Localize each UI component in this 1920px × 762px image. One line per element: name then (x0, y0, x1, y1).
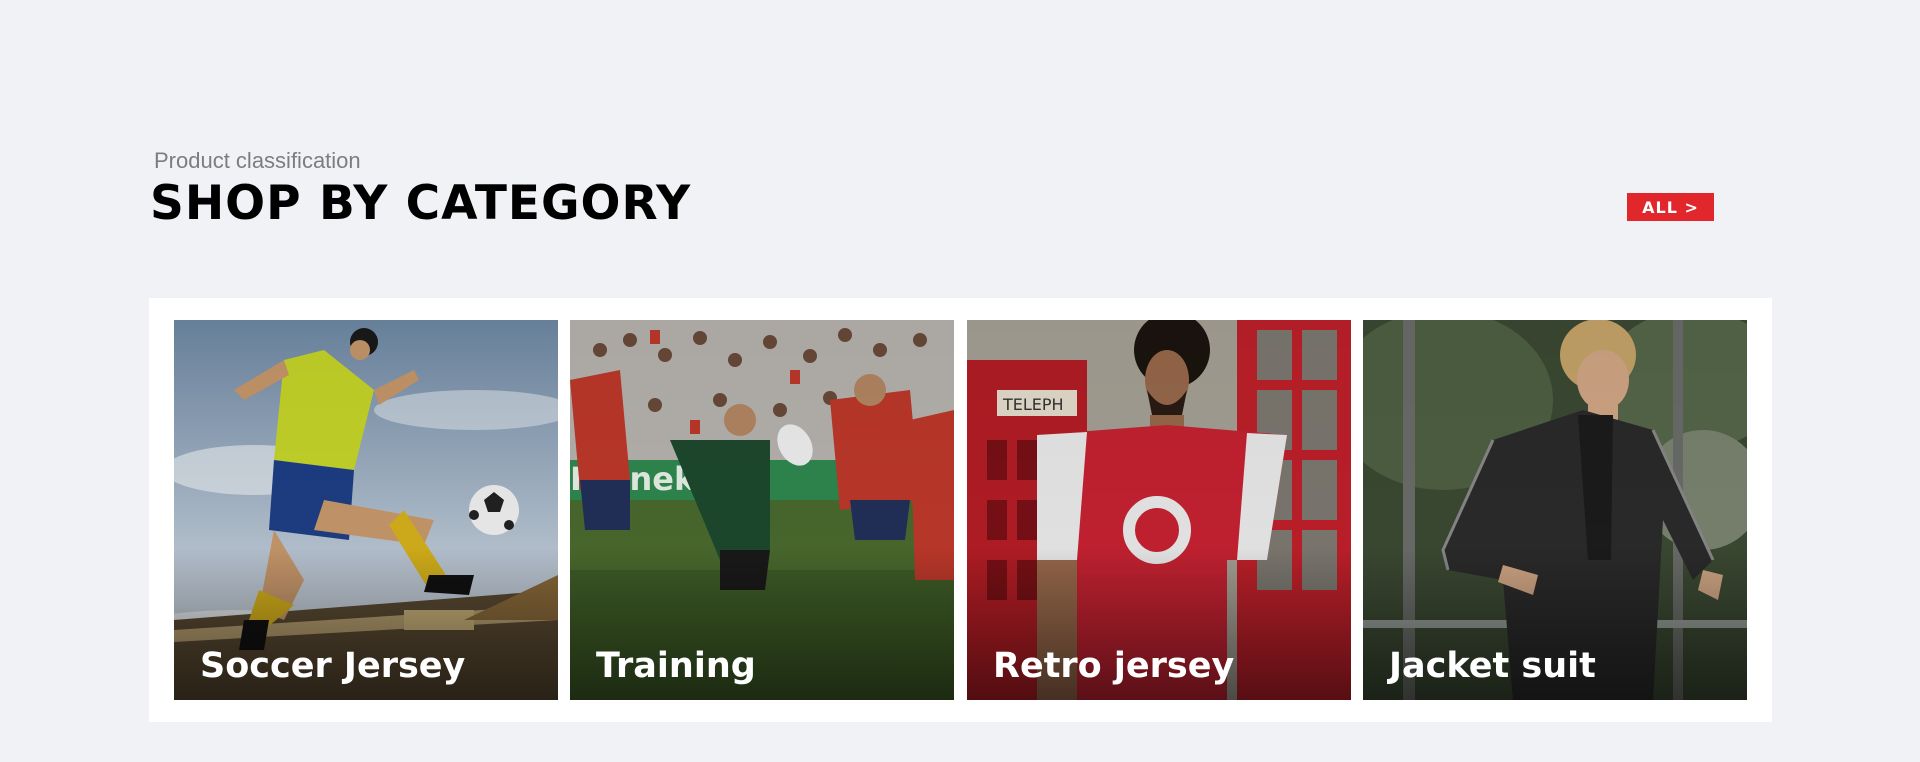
category-label: Soccer Jersey (200, 646, 466, 686)
view-all-button[interactable]: ALL > (1627, 193, 1714, 221)
category-card-soccer-jersey[interactable]: Soccer Jersey (174, 320, 558, 700)
category-label: Training (596, 646, 756, 686)
category-card-training[interactable]: Heineken Training (570, 320, 954, 700)
category-section-header: Product classification SHOP BY CATEGORY … (150, 146, 1715, 231)
section-subtitle: Product classification (154, 148, 361, 173)
category-grid: Soccer Jersey Heineken (149, 298, 1772, 722)
section-title: SHOP BY CATEGORY (150, 176, 692, 231)
category-card-jacket-suit[interactable]: Jacket suit (1363, 320, 1747, 700)
category-label: Jacket suit (1389, 646, 1596, 686)
category-card-retro-jersey[interactable]: TELEPH Retr (967, 320, 1351, 700)
category-label: Retro jersey (993, 646, 1235, 686)
